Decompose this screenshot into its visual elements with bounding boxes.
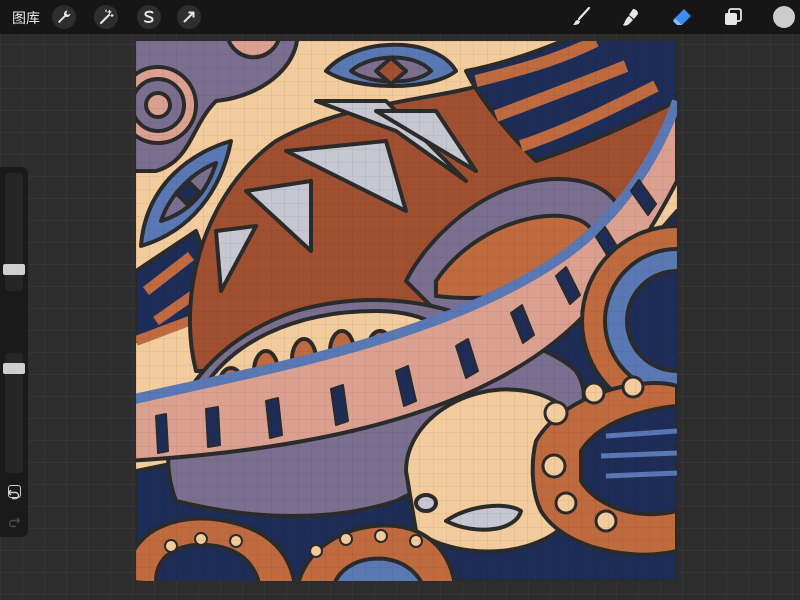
- wrench-icon: [58, 10, 71, 23]
- artwork: [136, 41, 677, 581]
- drawing-canvas[interactable]: [136, 41, 677, 581]
- brush-size-handle[interactable]: [3, 264, 25, 275]
- color-swatch-icon: [773, 6, 795, 28]
- left-sidebar: [0, 167, 28, 537]
- magic-wand-icon: [100, 9, 114, 24]
- redo-icon[interactable]: [7, 515, 21, 529]
- brush-button[interactable]: [569, 5, 593, 29]
- actions-button[interactable]: [52, 5, 76, 29]
- brush-icon: [573, 6, 591, 25]
- selection-s-icon: [144, 10, 154, 23]
- undo-icon[interactable]: [7, 487, 21, 501]
- smudge-icon: [623, 9, 638, 26]
- adjustments-button[interactable]: [94, 5, 118, 29]
- layers-icon: [725, 8, 742, 25]
- eraser-button[interactable]: [670, 5, 694, 29]
- color-button[interactable]: [771, 4, 797, 30]
- transform-button[interactable]: [177, 5, 201, 29]
- eraser-icon: [673, 9, 691, 25]
- smudge-button[interactable]: [619, 5, 643, 29]
- arrow-cursor-icon: [183, 11, 195, 23]
- top-toolbar: 图库: [0, 0, 800, 34]
- layers-button[interactable]: [721, 5, 745, 29]
- selection-button[interactable]: [137, 5, 161, 29]
- gallery-button[interactable]: 图库: [12, 8, 40, 28]
- opacity-handle[interactable]: [3, 363, 25, 374]
